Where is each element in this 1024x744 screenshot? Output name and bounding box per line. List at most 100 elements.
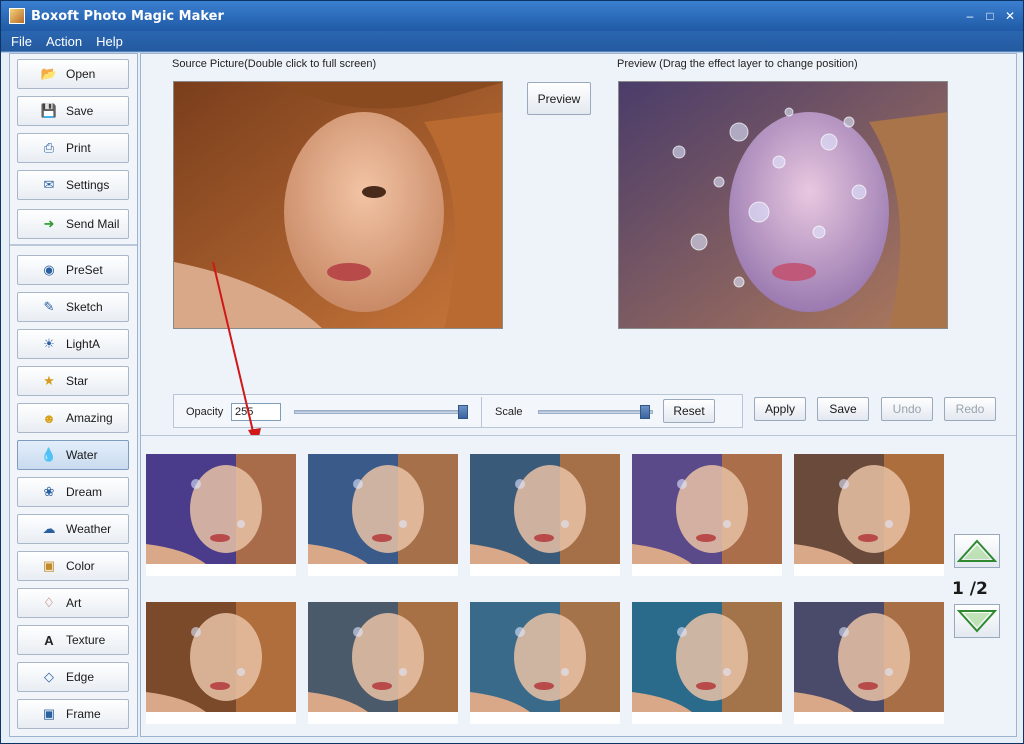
thumbnail-image [146, 454, 296, 564]
menu-bar: File Action Help [1, 31, 1023, 51]
preview-label: Preview (Drag the effect layer to change… [617, 58, 858, 70]
triangle-up-icon [956, 539, 998, 562]
sidebar-item-label: Edge [66, 670, 95, 684]
thumbnail-image [632, 454, 782, 564]
sidebar-item-label: PreSet [66, 263, 103, 277]
preview-button[interactable]: Preview [527, 82, 591, 115]
texture-icon: A [44, 632, 54, 648]
effect-thumbnail[interactable] [308, 602, 458, 724]
effect-thumbnail[interactable] [470, 602, 620, 724]
open-button[interactable]: 📂 Open [17, 59, 129, 89]
sidebar-item-label: Dream [66, 485, 103, 499]
sidebar-item-edge[interactable]: ◇ Edge [17, 662, 129, 692]
effect-thumbnail[interactable] [794, 454, 944, 576]
thumbnail-image [146, 602, 296, 712]
effect-thumbnail[interactable] [308, 454, 458, 576]
effect-gallery: 1 /2 [141, 435, 1016, 736]
menu-action[interactable]: Action [46, 34, 82, 49]
sidebar-item-frame[interactable]: ▣ Frame [17, 699, 129, 729]
sidebar-divider [10, 244, 137, 246]
sidebar-item-amazing[interactable]: ☻ Amazing [17, 403, 129, 433]
settings-button[interactable]: ✉ Settings [17, 170, 129, 200]
edge-icon: ◇ [44, 669, 54, 684]
menu-file[interactable]: File [11, 34, 32, 49]
apply-button[interactable]: Apply [754, 397, 806, 421]
effect-thumbnail[interactable] [794, 602, 944, 724]
weather-icon: ☁ [42, 521, 56, 536]
color-icon: ▣ [42, 558, 56, 573]
preset-icon: ◉ [43, 262, 55, 277]
thumbnail-image [470, 602, 620, 712]
menu-help[interactable]: Help [96, 34, 123, 49]
undo-button[interactable]: Undo [881, 397, 933, 421]
scale-slider-track[interactable] [538, 410, 653, 414]
effect-thumbnail[interactable] [146, 602, 296, 724]
redo-button[interactable]: Redo [944, 397, 996, 421]
sidebar-item-label: Art [66, 596, 82, 610]
sidebar-item-label: Open [66, 67, 96, 81]
opacity-slider-thumb[interactable] [458, 405, 468, 419]
maximize-icon[interactable]: □ [983, 9, 997, 23]
printer-icon: ⎙ [43, 140, 55, 155]
sidebar-item-label: Texture [66, 633, 106, 647]
sidebar-item-lighta[interactable]: ☀ LightA [17, 329, 129, 359]
light-icon: ☀ [43, 336, 55, 351]
reset-button[interactable]: Reset [663, 399, 715, 423]
sidebar-item-label: Send Mail [66, 217, 120, 231]
sidebar-item-weather[interactable]: ☁ Weather [17, 514, 129, 544]
star-icon: ★ [43, 373, 55, 388]
panel-divider [481, 397, 482, 427]
folder-open-icon: 📂 [40, 66, 58, 81]
preview-picture[interactable] [618, 81, 948, 329]
app-window: Boxoft Photo Magic Maker – □ ✕ File Acti… [0, 0, 1024, 744]
sidebar-item-sketch[interactable]: ✎ Sketch [17, 292, 129, 322]
sidebar-item-preset[interactable]: ◉ PreSet [17, 255, 129, 285]
sidebar-item-label: Print [66, 141, 91, 155]
source-picture-label: Source Picture(Double click to full scre… [172, 58, 377, 70]
page-up-button[interactable] [954, 534, 1000, 568]
opacity-slider-track[interactable] [294, 410, 464, 414]
sidebar-item-label: Weather [66, 522, 112, 536]
sidebar-item-label: Frame [66, 707, 101, 721]
send-mail-button[interactable]: ➜ Send Mail [17, 209, 129, 239]
thumbnail-image [632, 602, 782, 712]
settings-icon: ✉ [43, 177, 55, 192]
amazing-icon: ☻ [42, 410, 56, 426]
thumbnail-image [308, 454, 458, 564]
save-effect-button[interactable]: Save [817, 397, 869, 421]
scale-slider-thumb[interactable] [640, 405, 650, 419]
main-panel: Source Picture(Double click to full scre… [140, 53, 1017, 737]
sidebar-item-color[interactable]: ▣ Color [17, 551, 129, 581]
app-icon [9, 8, 25, 24]
title-bar[interactable]: Boxoft Photo Magic Maker – □ ✕ [1, 1, 1023, 31]
sidebar-item-label: Settings [66, 178, 110, 192]
page-indicator: 1 /2 [952, 579, 988, 599]
frame-icon: ▣ [42, 706, 56, 721]
print-button[interactable]: ⎙ Print [17, 133, 129, 163]
dream-icon: ❀ [43, 484, 55, 499]
effect-thumbnail[interactable] [632, 454, 782, 576]
sidebar-item-label: Sketch [66, 300, 103, 314]
sidebar-item-water[interactable]: 💧 Water [17, 440, 129, 470]
thumbnail-image [794, 454, 944, 564]
thumbnail-image [308, 602, 458, 712]
save-file-button[interactable]: 💾 Save [17, 96, 129, 126]
window-title: Boxoft Photo Magic Maker [31, 8, 224, 24]
sidebar-item-label: Amazing [66, 411, 113, 425]
scale-label: Scale [495, 406, 523, 418]
sidebar-item-label: LightA [66, 337, 101, 351]
effect-thumbnail[interactable] [470, 454, 620, 576]
water-drop-icon: 💧 [40, 447, 58, 462]
page-down-button[interactable] [954, 604, 1000, 638]
floppy-disk-icon: 💾 [40, 103, 58, 118]
sidebar-item-dream[interactable]: ❀ Dream [17, 477, 129, 507]
sidebar-item-art[interactable]: ♢ Art [17, 588, 129, 618]
close-icon[interactable]: ✕ [1003, 9, 1017, 23]
sidebar-item-label: Water [66, 448, 98, 462]
sidebar-item-texture[interactable]: A Texture [17, 625, 129, 655]
effect-thumbnail[interactable] [632, 602, 782, 724]
effect-thumbnail[interactable] [146, 454, 296, 576]
sidebar-item-star[interactable]: ★ Star [17, 366, 129, 396]
thumbnail-image [794, 602, 944, 712]
minimize-icon[interactable]: – [963, 9, 977, 23]
